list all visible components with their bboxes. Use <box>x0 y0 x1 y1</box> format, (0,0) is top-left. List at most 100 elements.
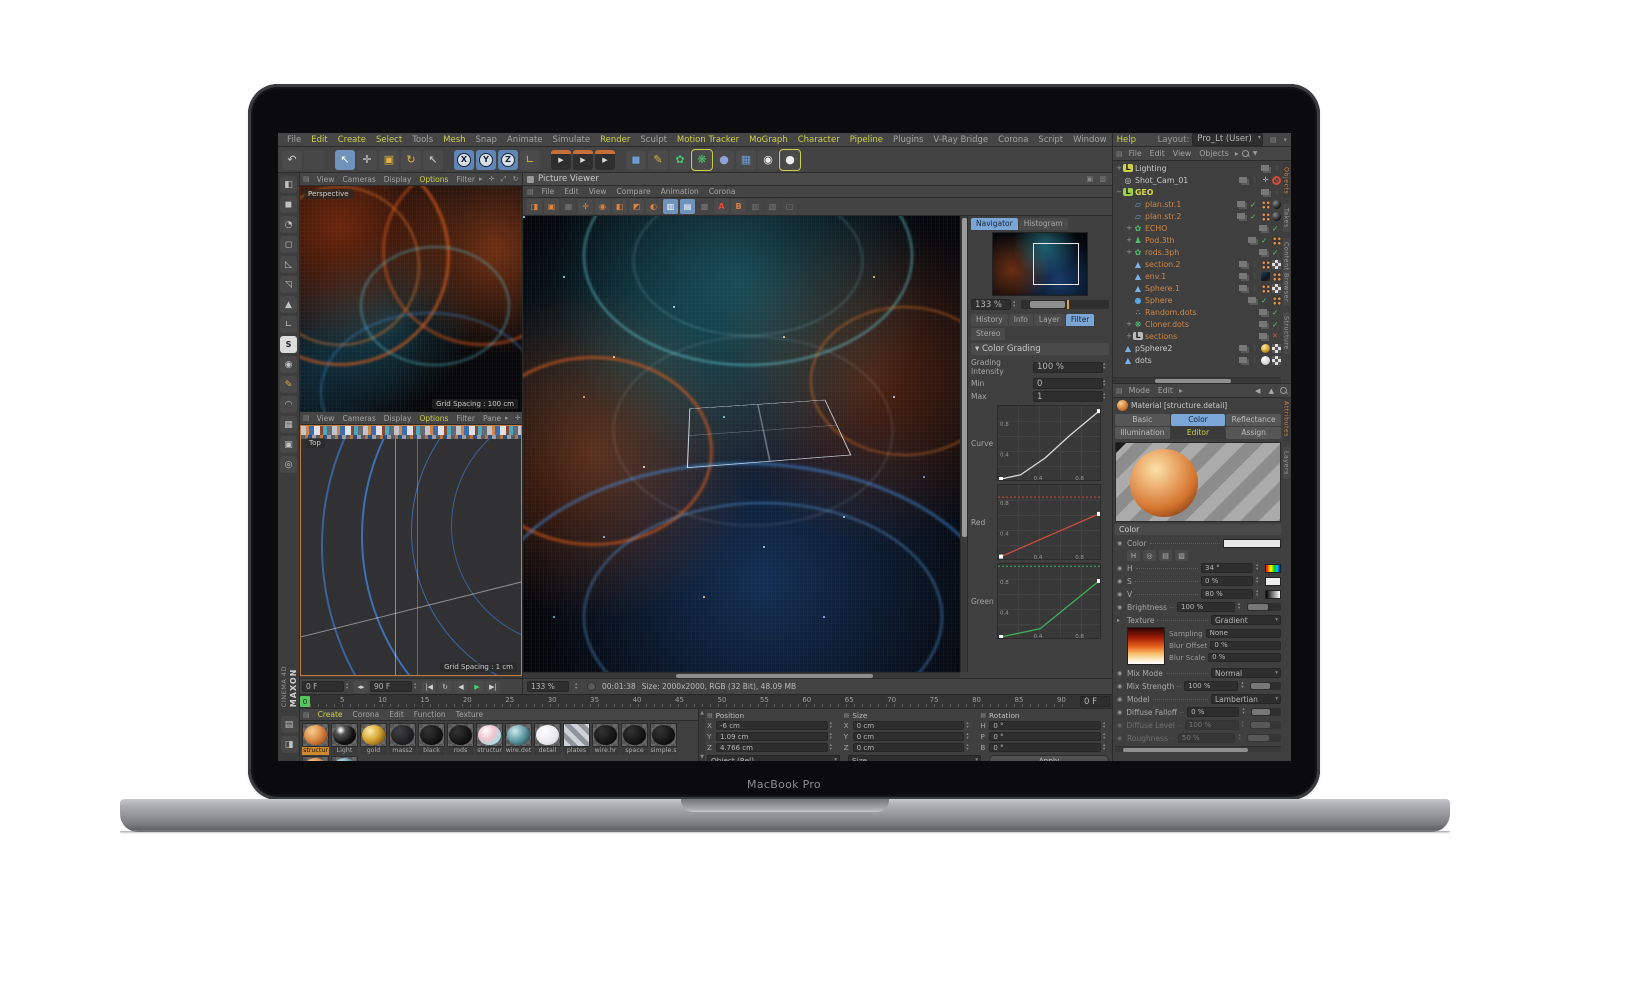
animation-dot-icon[interactable]: ◉ <box>1117 722 1123 729</box>
slider-stepper[interactable]: ▴▾ <box>1238 603 1244 611</box>
curve-graph-red[interactable]: 0.40.40.80.8 <box>997 484 1101 560</box>
pv-menu-view[interactable]: View <box>589 187 607 196</box>
texture-mode-icon[interactable]: ◔ <box>280 216 297 233</box>
menu-create[interactable]: Create <box>338 135 366 145</box>
snap-badge-icon[interactable]: S <box>280 336 297 353</box>
x-axis-button[interactable]: X <box>454 150 474 170</box>
side-tab-structure[interactable]: Structure <box>1283 312 1290 354</box>
animation-dot-icon[interactable]: ◉ <box>1117 540 1124 547</box>
render-settings-icon[interactable]: ▶ <box>595 150 615 170</box>
animation-dot-icon[interactable]: ◉ <box>1117 683 1123 690</box>
render-progress-button[interactable] <box>587 682 596 691</box>
object-row-sphere[interactable]: ●Sphere✓ <box>1115 294 1281 306</box>
channel-tab-assign[interactable]: Assign <box>1226 427 1281 439</box>
menu-mograph[interactable]: MoGraph <box>749 135 788 145</box>
menu-mesh[interactable]: Mesh <box>443 135 465 145</box>
panel-grid-icon[interactable]: ▤ <box>303 711 310 719</box>
polygons-mode-icon[interactable]: ▲ <box>280 296 297 313</box>
attr-menu-mode[interactable]: Mode <box>1129 386 1150 395</box>
pv-menu-compare[interactable]: Compare <box>617 187 651 196</box>
points-mode-icon[interactable]: ◺ <box>280 256 297 273</box>
mini-slider-diffuse-falloff[interactable] <box>1251 708 1281 716</box>
hsv-mode-icon[interactable]: H <box>1127 550 1140 561</box>
channel-tab-color[interactable]: Color <box>1171 414 1226 426</box>
pen-spline-icon[interactable]: ✎ <box>648 150 668 170</box>
visibility-dots[interactable]: ⋮ <box>1252 345 1257 352</box>
mouse-input-icon[interactable]: ◉ <box>280 356 297 373</box>
expand-toggle[interactable]: + <box>1115 164 1123 172</box>
compare-vertical-icon[interactable]: ◩ <box>629 199 644 214</box>
tab-stereo[interactable]: Stereo <box>971 328 1005 340</box>
expand-toggle[interactable]: + <box>1125 236 1133 244</box>
visibility-dots[interactable]: ⋮ <box>1252 285 1257 292</box>
menu-help[interactable]: Help <box>1117 135 1136 145</box>
move-icon[interactable]: ✛ <box>357 150 377 170</box>
material-black[interactable]: black <box>418 723 445 755</box>
tab-navigator[interactable]: Navigator <box>971 218 1018 230</box>
menu-overflow-icon[interactable]: ▸ <box>1235 149 1239 158</box>
coordinates-scrollbar[interactable]: ▲▼ <box>699 709 705 761</box>
panel-grid-icon[interactable]: ▤ <box>1116 150 1123 158</box>
expand-toggle[interactable]: − <box>1115 188 1123 196</box>
visibility-dots[interactable]: ⋮ <box>1252 261 1257 268</box>
frame-step-buttons[interactable]: ◂▸ <box>354 681 368 693</box>
navigator-zoom-slider[interactable] <box>1021 300 1109 309</box>
picture-viewer-titlebar[interactable]: Picture Viewer ▣ ▥ <box>523 173 1112 186</box>
pv-menu-file[interactable]: File <box>542 187 555 196</box>
attr-menu-edit[interactable]: Edit <box>1158 386 1173 395</box>
object-row-dots[interactable]: ▲dots⋮ <box>1115 354 1281 366</box>
slider-stepper[interactable]: ▴▾ <box>1241 682 1247 690</box>
material-detail[interactable]: detail <box>534 723 561 755</box>
side-tab-objects[interactable]: Objects <box>1283 163 1290 198</box>
perspective-viewport[interactable]: Perspective Grid Spacing : 100 cm <box>300 186 522 412</box>
hsv-stepper[interactable]: ▴▾ <box>1256 577 1262 585</box>
add-cube-icon[interactable]: ◼ <box>626 150 646 170</box>
solo-mode-icon[interactable]: ◎ <box>280 456 297 473</box>
viewport-nav-icons[interactable]: ▸ ✛ ⤢ ↻ <box>479 175 521 184</box>
object-row-pod-3th[interactable]: +♟Pod.3th✓ <box>1115 234 1281 246</box>
visibility-dots[interactable]: ⋮ <box>1252 177 1257 184</box>
obj-menu-edit[interactable]: Edit <box>1150 149 1165 158</box>
fullscreen-icon[interactable]: ▢ <box>782 199 797 214</box>
open-image-icon[interactable]: ◨ <box>527 199 542 214</box>
channel-tab-editor[interactable]: Editor <box>1171 427 1226 439</box>
coord-stepper[interactable]: ▴▾ <box>830 722 836 730</box>
animation-dot-icon[interactable]: ◉ <box>1117 709 1123 716</box>
subdivision-surface-icon[interactable]: ✿ <box>670 150 690 170</box>
channel-tab-illumination[interactable]: Illumination <box>1115 427 1170 439</box>
material-rods[interactable]: rods <box>447 723 474 755</box>
y-axis-button[interactable]: Y <box>476 150 496 170</box>
mini-slider-mix-strength[interactable] <box>1250 682 1281 690</box>
object-row-sphere-1[interactable]: ▲Sphere.1⋮ <box>1115 282 1281 294</box>
menu-simulate[interactable]: Simulate <box>553 135 591 145</box>
axis-mode-icon[interactable]: ∟ <box>280 316 297 333</box>
cg-stepper[interactable]: ▴▾ <box>1103 380 1109 388</box>
dropdown-mix-mode[interactable]: Normal <box>1211 668 1281 678</box>
menu-v-ray-bridge[interactable]: V-Ray Bridge <box>933 135 988 145</box>
menu-character[interactable]: Character <box>798 135 840 145</box>
coord-field-size-z[interactable]: 0 cm <box>853 743 965 752</box>
last-tool-icon[interactable]: ↖ <box>423 150 443 170</box>
slider-stepper[interactable]: ▴▾ <box>1238 734 1244 742</box>
arc-tool-icon[interactable]: ◠ <box>280 396 297 413</box>
window-grid-icon[interactable]: ▤ <box>1270 136 1277 144</box>
coord-stepper[interactable]: ▴▾ <box>966 744 972 752</box>
coord-stepper[interactable]: ▴▾ <box>1103 744 1109 752</box>
object-row-random-dots[interactable]: ∴Random.dots✓ <box>1115 306 1281 318</box>
tab-history[interactable]: History <box>971 314 1008 326</box>
layer-chip[interactable] <box>1261 165 1269 171</box>
expand-toggle[interactable]: + <box>1125 248 1133 256</box>
start-frame-stepper[interactable]: ▴▾ <box>346 683 352 691</box>
pv-menu-edit[interactable]: Edit <box>564 187 579 196</box>
coord-stepper[interactable]: ▴▾ <box>966 733 972 741</box>
layer-chip[interactable] <box>1239 357 1247 363</box>
menu-overflow-icon[interactable]: ▸ <box>1179 386 1183 395</box>
material-partial[interactable] <box>331 756 358 761</box>
side-tab-content-browser[interactable]: Content Browser <box>1283 238 1290 306</box>
compare-horizontal-icon[interactable]: ◧ <box>612 199 627 214</box>
expand-toggle[interactable]: + <box>1125 224 1133 232</box>
slider-stepper[interactable]: ▴▾ <box>1242 708 1247 716</box>
menu-sculpt[interactable]: Sculpt <box>640 135 667 145</box>
slider-field-diffuse-level[interactable]: 100 % <box>1185 720 1239 730</box>
layer-chip[interactable] <box>1237 213 1245 219</box>
